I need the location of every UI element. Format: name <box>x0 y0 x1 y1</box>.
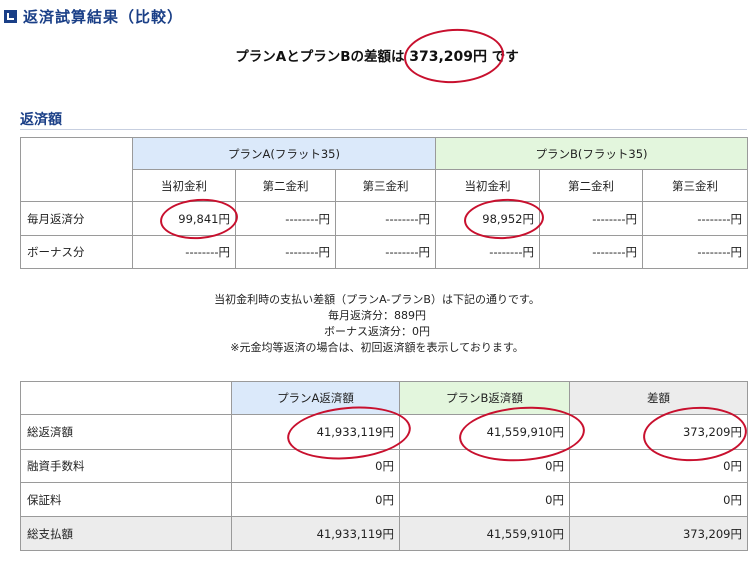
table-cell: 41,933,119円 <box>231 516 400 551</box>
plan-b-header: プランB(フラット35) <box>434 137 749 170</box>
rate-header: 第二金利 <box>539 169 643 202</box>
table-cell: 98,952円 <box>435 201 540 236</box>
table-cell: 373,209円 <box>569 516 748 551</box>
section-title: 返済額 <box>20 112 62 128</box>
section-divider <box>20 129 747 130</box>
table-cell: 0円 <box>231 482 400 517</box>
table-cell: 41,933,119円 <box>231 414 400 450</box>
table-cell: --------円 <box>641 201 749 236</box>
row-label: 保証料 <box>20 482 232 517</box>
difference-summary: プランAとプランBの差額は 373,209円 です <box>0 45 754 66</box>
row-label: 毎月返済分 <box>20 201 133 236</box>
arrow-box-icon <box>4 9 17 23</box>
table-cell: --------円 <box>641 235 749 269</box>
note-line: 当初金利時の支払い差額（プランA-プランB）は下記の通りです。 <box>214 293 540 306</box>
monthly-repayment-table: プランA(フラット35) プランB(フラット35) 当初金利 第二金利 第三金利… <box>20 137 749 269</box>
summary-amount: 373,209円 <box>409 49 487 65</box>
row-label: ボーナス分 <box>20 235 133 269</box>
table-cell: 41,559,910円 <box>399 414 570 450</box>
summary-prefix: プランAとプランBの差額は <box>235 49 405 65</box>
total-repayment-table: プランA返済額 プランB返済額 差額 総返済額 41,933,119円 41,5… <box>20 381 748 551</box>
table-cell: --------円 <box>335 201 436 236</box>
table-cell: --------円 <box>235 235 336 269</box>
plan-b-total-header: プランB返済額 <box>399 381 570 415</box>
table-row: 総支払額 41,933,119円 41,559,910円 373,209円 <box>20 516 748 551</box>
plan-a-total-header: プランA返済額 <box>231 381 400 415</box>
difference-header: 差額 <box>569 381 748 415</box>
row-label: 総返済額 <box>20 414 232 450</box>
note-line: 毎月返済分：889円 <box>328 309 426 322</box>
rate-header: 第三金利 <box>641 169 749 202</box>
table-cell: 0円 <box>569 449 748 483</box>
table-cell: 0円 <box>399 449 570 483</box>
page-title: 返済試算結果（比較） <box>23 7 184 26</box>
table-row: 融資手数料 0円 0円 0円 <box>20 449 748 483</box>
table-row: 保証料 0円 0円 0円 <box>20 482 748 517</box>
table-cell: --------円 <box>539 235 643 269</box>
table-row: ボーナス分 --------円 --------円 --------円 ----… <box>20 235 749 269</box>
table-cell: --------円 <box>132 235 236 269</box>
table-cell: 0円 <box>569 482 748 517</box>
table-cell: 373,209円 <box>569 414 748 450</box>
rate-header: 第三金利 <box>335 169 436 202</box>
table-corner <box>20 137 133 202</box>
table-cell: --------円 <box>539 201 643 236</box>
row-label: 総支払額 <box>20 516 232 551</box>
table-cell: 99,841円 <box>132 201 236 236</box>
table-cell: --------円 <box>335 235 436 269</box>
table-row: 毎月返済分 99,841円 --------円 --------円 98,952… <box>20 201 749 236</box>
rate-header: 当初金利 <box>435 169 540 202</box>
note-line: ボーナス返済分：0円 <box>324 325 430 338</box>
table-corner <box>20 381 232 415</box>
page-header: 返済試算結果（比較） <box>4 5 183 27</box>
rate-header: 第二金利 <box>235 169 336 202</box>
row-label: 融資手数料 <box>20 449 232 483</box>
difference-notes: 当初金利時の支払い差額（プランA-プランB）は下記の通りです。 毎月返済分：88… <box>0 292 754 356</box>
table-row: 総返済額 41,933,119円 41,559,910円 373,209円 <box>20 414 748 450</box>
table-cell: 0円 <box>231 449 400 483</box>
note-line: ※元金均等返済の場合は、初回返済額を表示しております。 <box>230 341 524 354</box>
table-cell: --------円 <box>435 235 540 269</box>
summary-suffix: です <box>491 49 519 65</box>
table-cell: 0円 <box>399 482 570 517</box>
table-cell: 41,559,910円 <box>399 516 570 551</box>
rate-header: 当初金利 <box>132 169 236 202</box>
table-cell: --------円 <box>235 201 336 236</box>
plan-a-header: プランA(フラット35) <box>132 137 436 170</box>
